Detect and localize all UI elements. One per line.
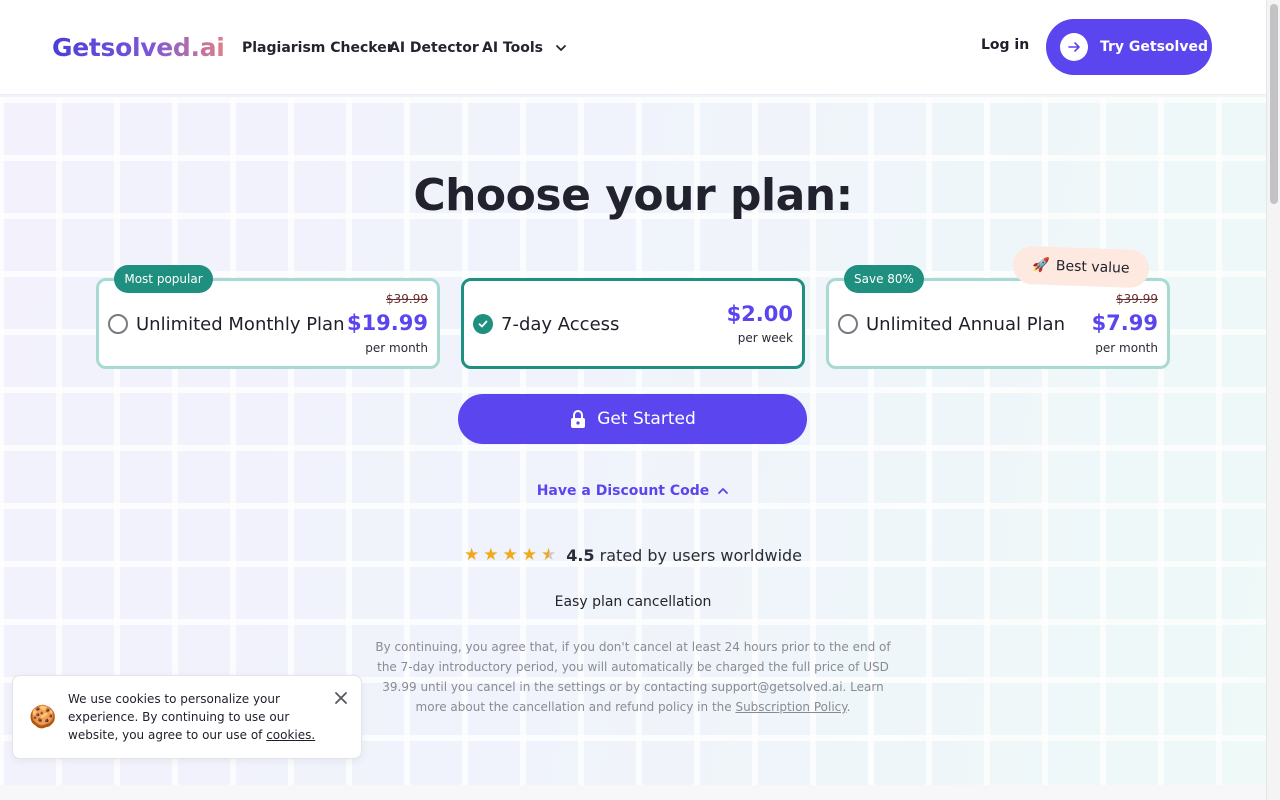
page-title: Choose your plan: <box>413 170 853 221</box>
site-header: Getsolved.ai Plagiarism Checker AI Detec… <box>0 0 1266 95</box>
star-icon: ★ <box>483 545 499 565</box>
try-button-label: Try Getsolved <box>1100 39 1208 55</box>
plan-price: $2.00 <box>726 302 793 326</box>
rating-value: 4.5 <box>566 545 595 565</box>
footer-strip <box>0 785 1266 800</box>
logo[interactable]: Getsolved.ai <box>52 32 225 64</box>
try-getsolved-button[interactable]: Try Getsolved <box>1046 19 1212 75</box>
scrollbar-thumb[interactable] <box>1270 4 1278 204</box>
plan-card-7-day[interactable]: 7-day Access $2.00 per week <box>461 278 805 369</box>
nav-label[interactable]: AI Tools <box>482 38 543 58</box>
close-icon[interactable] <box>333 690 349 706</box>
radio-unselected-icon[interactable] <box>838 314 858 334</box>
plan-period: per month <box>1095 341 1158 355</box>
most-popular-badge: Most popular <box>114 265 213 293</box>
get-started-button[interactable]: Get Started <box>458 394 807 444</box>
chevron-up-icon <box>718 488 729 494</box>
best-value-badge: 🚀 Best value <box>1012 245 1150 289</box>
subscription-policy-link[interactable]: Subscription Policy <box>735 700 846 714</box>
chevron-down-icon <box>556 45 566 51</box>
scrollbar[interactable] <box>1266 0 1280 800</box>
radio-unselected-icon[interactable] <box>108 314 128 334</box>
save-badge: Save 80% <box>844 265 924 293</box>
plan-old-price: $39.99 <box>386 292 428 306</box>
rating-row: ★ ★ ★ ★ ★ 4.5 rated by users worldwide <box>0 545 1266 565</box>
nav-plagiarism-checker[interactable]: Plagiarism Checker <box>242 38 394 58</box>
plan-period: per week <box>737 331 793 345</box>
check-circle-icon[interactable] <box>473 314 493 334</box>
cookie-banner: 🍪 We use cookies to personalize your exp… <box>12 675 362 759</box>
half-star-icon: ★ <box>540 545 557 565</box>
plan-price: $19.99 <box>346 311 428 335</box>
plan-old-price: $39.99 <box>1116 292 1158 306</box>
legal-end: . <box>846 700 851 714</box>
nav-ai-detector[interactable]: AI Detector <box>389 38 479 58</box>
discount-code-toggle[interactable]: Have a Discount Code <box>0 483 1266 499</box>
discount-label[interactable]: Have a Discount Code <box>537 483 710 499</box>
login-link[interactable]: Log in <box>981 37 1029 53</box>
cancellation-note: Easy plan cancellation <box>554 594 712 610</box>
rating-text: rated by users worldwide <box>599 545 803 565</box>
nav-label[interactable]: AI Detector <box>389 38 479 58</box>
cookies-link[interactable]: cookies. <box>266 728 315 742</box>
cookie-icon: 🍪 <box>29 705 57 730</box>
star-icon: ★ <box>463 545 480 565</box>
rocket-icon: 🚀 <box>1032 257 1051 274</box>
star-icon: ★ <box>521 545 537 565</box>
plan-name: 7-day Access <box>501 314 620 335</box>
plan-period: per month <box>365 341 428 355</box>
plan-price: $7.99 <box>1091 311 1158 335</box>
nav-ai-tools[interactable]: AI Tools <box>482 38 567 58</box>
legal-disclaimer: By continuing, you agree that, if you do… <box>372 637 894 717</box>
best-value-label: Best value <box>1055 258 1130 277</box>
cookie-message: We use cookies to personalize your exper… <box>68 692 290 742</box>
cookie-text: We use cookies to personalize your exper… <box>68 690 318 744</box>
plan-name: Unlimited Monthly Plan <box>136 314 345 335</box>
nav-label[interactable]: Plagiarism Checker <box>242 38 394 58</box>
arrow-right-icon <box>1060 33 1088 61</box>
lock-icon <box>571 410 586 428</box>
star-rating: ★ ★ ★ ★ ★ <box>464 545 556 565</box>
get-started-label: Get Started <box>597 409 696 429</box>
plan-name: Unlimited Annual Plan <box>866 314 1065 335</box>
star-icon: ★ <box>502 545 518 565</box>
